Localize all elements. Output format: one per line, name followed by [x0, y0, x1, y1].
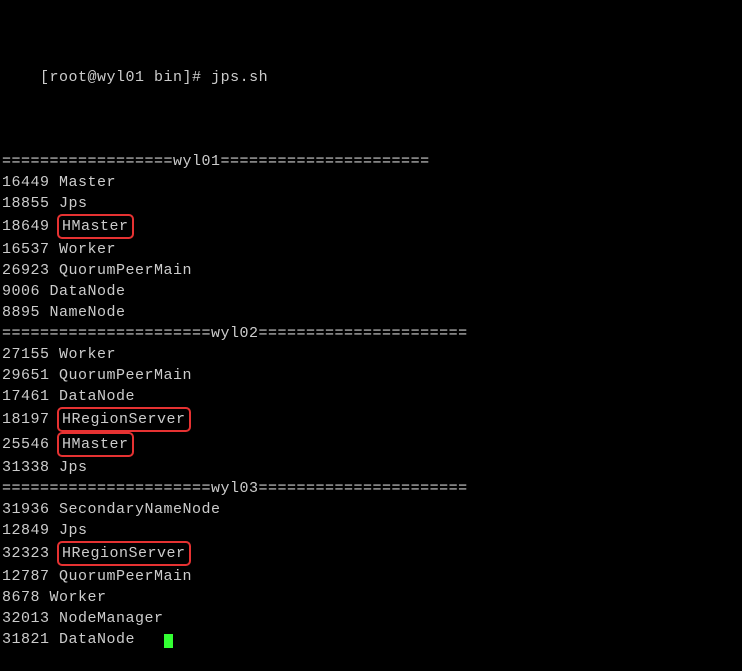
process-id: 31936: [2, 499, 50, 520]
process-line: 18197 HRegionServer: [2, 407, 740, 432]
process-line: 25546 HMaster: [2, 432, 740, 457]
process-id: 29651: [2, 365, 50, 386]
process-id: 32013: [2, 608, 50, 629]
process-id: 16537: [2, 239, 50, 260]
process-id: 31338: [2, 457, 50, 478]
process-line: 12849 Jps: [2, 520, 740, 541]
process-id: 16449: [2, 172, 50, 193]
process-id: 25546: [2, 434, 50, 455]
process-line: 8895 NameNode: [2, 302, 740, 323]
process-id: 18649: [2, 216, 50, 237]
process-name: Jps: [59, 193, 88, 214]
command-text: jps.sh: [211, 69, 268, 86]
output-sections: ==================wyl01=================…: [2, 151, 740, 650]
shell-prompt: [root@wyl01 bin]#: [40, 69, 202, 86]
process-name: DataNode: [59, 386, 135, 407]
terminal-output[interactable]: [root@wyl01 bin]# jps.sh ===============…: [2, 4, 740, 671]
process-name: Worker: [50, 587, 107, 608]
process-id: 8678: [2, 587, 40, 608]
command-line: [root@wyl01 bin]# jps.sh: [2, 46, 740, 109]
process-line: 32323 HRegionServer: [2, 541, 740, 566]
process-name: Jps: [59, 520, 88, 541]
process-line: 32013 NodeManager: [2, 608, 740, 629]
highlight-annotation: HRegionServer: [57, 407, 191, 432]
process-line: 8678 Worker: [2, 587, 740, 608]
process-line: 29651 QuorumPeerMain: [2, 365, 740, 386]
process-id: 18855: [2, 193, 50, 214]
process-id: 18197: [2, 409, 50, 430]
process-name: HMaster: [62, 216, 129, 237]
section-divider: ======================wyl02=============…: [2, 323, 740, 344]
process-id: 26923: [2, 260, 50, 281]
process-name: QuorumPeerMain: [59, 365, 192, 386]
highlight-annotation: HMaster: [57, 214, 134, 239]
process-line: 9006 DataNode: [2, 281, 740, 302]
process-id: 12849: [2, 520, 50, 541]
process-name: HRegionServer: [62, 409, 186, 430]
process-line: 27155 Worker: [2, 344, 740, 365]
process-name: HRegionServer: [62, 543, 186, 564]
process-line: 26923 QuorumPeerMain: [2, 260, 740, 281]
process-name: NodeManager: [59, 608, 164, 629]
section-divider: ======================wyl03=============…: [2, 478, 740, 499]
process-name: DataNode: [59, 629, 135, 650]
process-id: 9006: [2, 281, 40, 302]
process-name: Worker: [59, 239, 116, 260]
process-id: 17461: [2, 386, 50, 407]
process-id: 27155: [2, 344, 50, 365]
process-line: 18855 Jps: [2, 193, 740, 214]
process-id: 32323: [2, 543, 50, 564]
process-line: 31821 DataNode: [2, 629, 740, 650]
process-line: 31936 SecondaryNameNode: [2, 499, 740, 520]
highlight-annotation: HRegionServer: [57, 541, 191, 566]
process-name: Master: [59, 172, 116, 193]
highlight-annotation: HMaster: [57, 432, 134, 457]
process-name: HMaster: [62, 434, 129, 455]
process-id: 8895: [2, 302, 40, 323]
process-name: SecondaryNameNode: [59, 499, 221, 520]
process-name: DataNode: [50, 281, 126, 302]
process-line: 16537 Worker: [2, 239, 740, 260]
process-name: Worker: [59, 344, 116, 365]
process-line: 16449 Master: [2, 172, 740, 193]
terminal-cursor: [164, 634, 173, 648]
process-id: 31821: [2, 629, 50, 650]
process-name: Jps: [59, 457, 88, 478]
section-divider: ==================wyl01=================…: [2, 151, 740, 172]
process-line: 18649 HMaster: [2, 214, 740, 239]
process-name: NameNode: [50, 302, 126, 323]
process-line: 31338 Jps: [2, 457, 740, 478]
process-line: 17461 DataNode: [2, 386, 740, 407]
process-name: QuorumPeerMain: [59, 260, 192, 281]
